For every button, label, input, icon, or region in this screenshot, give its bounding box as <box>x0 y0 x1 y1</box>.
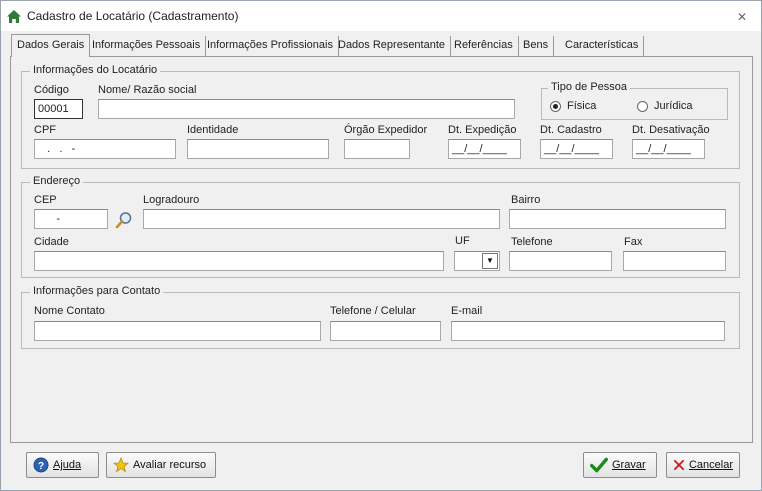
group-legend: Tipo de Pessoa <box>548 81 631 93</box>
tab-panel-dados-gerais: Informações do Locatário Código 00001 No… <box>10 56 753 443</box>
codigo-label: Código <box>34 84 69 96</box>
dt-desativacao-input[interactable]: __/__/____ <box>632 139 705 159</box>
tab-referencias[interactable]: Referências <box>449 36 519 56</box>
tab-label: Informações Pessoais <box>92 39 201 51</box>
nome-contato-label: Nome Contato <box>34 305 105 317</box>
svg-text:?: ? <box>38 461 44 472</box>
bairro-label: Bairro <box>511 194 541 206</box>
cancelar-button[interactable]: Cancelar <box>666 452 740 478</box>
group-legend: Endereço <box>30 175 84 187</box>
telefone-celular-label: Telefone / Celular <box>330 305 416 317</box>
group-legend: Informações para Contato <box>30 285 164 297</box>
tab-caracteristicas[interactable]: Características <box>560 36 645 56</box>
window-title: Cadastro de Locatário (Cadastramento) <box>27 9 239 23</box>
tab-label: Dados Gerais <box>17 39 85 51</box>
cpf-label: CPF <box>34 124 56 136</box>
dt-expedicao-input[interactable]: __/__/____ <box>448 139 521 159</box>
tab-label: Bens <box>523 39 549 51</box>
star-icon <box>113 457 129 473</box>
gravar-label: Gravar <box>612 459 646 471</box>
avaliar-label: Avaliar recurso <box>133 459 207 471</box>
identidade-label: Identidade <box>187 124 239 136</box>
bairro-input[interactable] <box>509 209 726 229</box>
title-bar: Cadastro de Locatário (Cadastramento) ✕ <box>1 1 761 31</box>
bottom-bar: ? Ajuda Avaliar recurso Gravar Cancelar <box>10 446 753 484</box>
tab-bens[interactable]: Bens <box>518 36 555 56</box>
uf-label: UF <box>455 235 470 247</box>
cpf-input[interactable]: . . - <box>34 139 176 159</box>
email-label: E-mail <box>451 305 483 317</box>
tab-informacoes-profissionais[interactable]: Informações Profissionais <box>202 36 339 56</box>
email-input[interactable] <box>451 321 725 341</box>
group-locatario: Informações do Locatário Código 00001 No… <box>21 64 740 169</box>
telefone-label: Telefone <box>511 236 553 248</box>
cancelar-label: Cancelar <box>688 459 733 471</box>
dialog-window: Cadastro de Locatário (Cadastramento) ✕ … <box>0 0 762 491</box>
cep-label: CEP <box>34 194 57 206</box>
fisica-label: Física <box>567 100 597 112</box>
cancel-icon <box>673 459 684 471</box>
tab-label: Referências <box>454 39 513 51</box>
tab-label: Características <box>565 39 639 51</box>
nome-label: Nome/ Razão social <box>98 84 197 96</box>
identidade-input[interactable] <box>187 139 329 159</box>
dt-cadastro-label: Dt. Cadastro <box>540 124 602 136</box>
help-icon: ? <box>33 457 49 473</box>
nome-contato-input[interactable] <box>34 321 321 341</box>
codigo-input[interactable]: 00001 <box>34 99 83 119</box>
orgao-expedidor-input[interactable] <box>344 139 410 159</box>
fisica-radio[interactable] <box>550 101 561 112</box>
ajuda-button[interactable]: ? Ajuda <box>26 452 99 478</box>
gravar-button[interactable]: Gravar <box>583 452 657 478</box>
cidade-label: Cidade <box>34 236 69 248</box>
tab-informacoes-pessoais[interactable]: Informações Pessoais <box>87 36 207 56</box>
group-contato: Informações para Contato Nome Contato Te… <box>21 285 740 349</box>
logradouro-input[interactable] <box>143 209 500 229</box>
check-icon <box>590 457 608 473</box>
juridica-radio[interactable] <box>637 101 648 112</box>
cep-input[interactable]: - <box>34 209 108 229</box>
telefone-input[interactable] <box>509 251 612 271</box>
tab-label: Informações Profissionais <box>207 39 333 51</box>
tab-label: Dados Representante <box>338 39 446 51</box>
telefone-celular-input[interactable] <box>330 321 441 341</box>
tab-dados-gerais[interactable]: Dados Gerais <box>11 34 91 57</box>
dt-expedicao-label: Dt. Expedição <box>448 124 517 136</box>
dt-desativacao-label: Dt. Desativação <box>632 124 710 136</box>
group-legend: Informações do Locatário <box>30 64 161 76</box>
orgao-expedidor-label: Órgão Expedidor <box>344 124 428 136</box>
cidade-input[interactable] <box>34 251 444 271</box>
close-icon[interactable]: ✕ <box>735 10 749 24</box>
group-tipo-pessoa: Tipo de Pessoa Física Jurídica <box>541 81 728 120</box>
tab-dados-representante[interactable]: Dados Representante <box>333 36 452 56</box>
avaliar-recurso-button[interactable]: Avaliar recurso <box>106 452 216 478</box>
juridica-label: Jurídica <box>654 100 693 112</box>
dt-cadastro-input[interactable]: __/__/____ <box>540 139 613 159</box>
ajuda-label: Ajuda <box>53 459 82 471</box>
search-icon[interactable] <box>115 211 133 229</box>
nome-input[interactable] <box>98 99 515 119</box>
home-icon <box>7 10 21 23</box>
fax-input[interactable] <box>623 251 726 271</box>
group-endereco: Endereço CEP - Logradouro Bairro Cidade … <box>21 175 740 278</box>
logradouro-label: Logradouro <box>143 194 200 206</box>
chevron-down-icon[interactable]: ▼ <box>482 253 498 269</box>
fax-label: Fax <box>624 236 643 248</box>
